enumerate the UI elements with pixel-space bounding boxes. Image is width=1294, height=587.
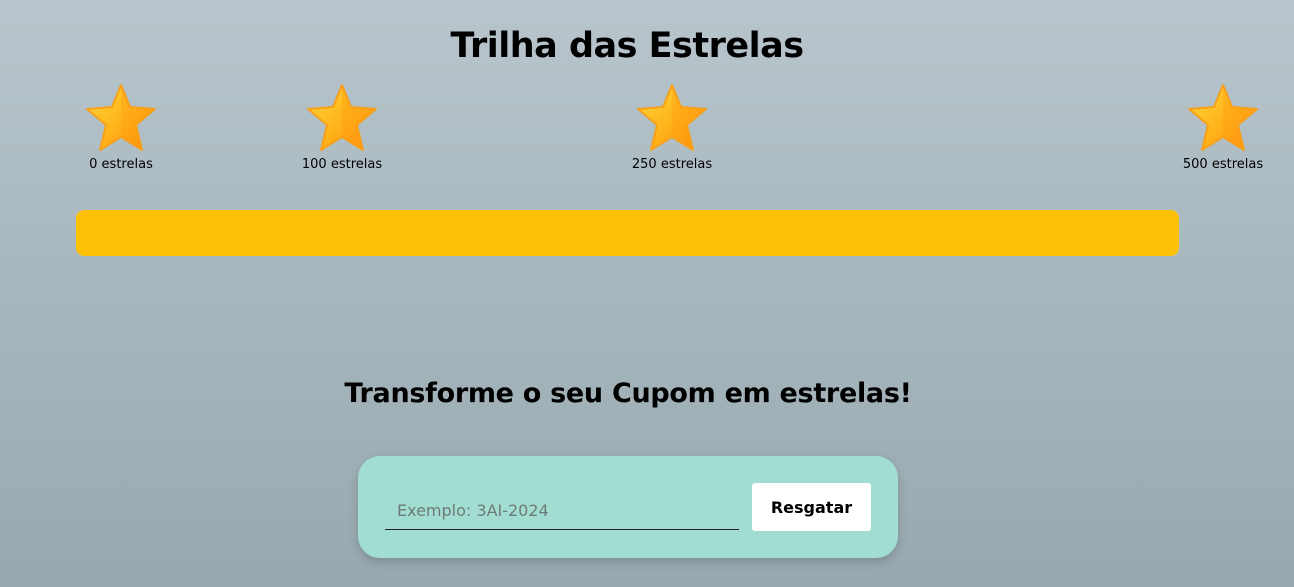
star-icon: [1188, 84, 1258, 151]
milestone-250: 250 estrelas: [617, 82, 727, 172]
star-progress-bar: [76, 210, 1179, 256]
coupon-redeem-card: Resgatar: [358, 456, 898, 558]
milestone-label: 0 estrelas: [89, 157, 153, 172]
coupon-section-title: Transforme o seu Cupom em estrelas!: [344, 378, 912, 409]
milestone-500: 500 estrelas: [1168, 82, 1278, 172]
redeem-button[interactable]: Resgatar: [752, 483, 871, 531]
milestone-100: 100 estrelas: [287, 82, 397, 172]
milestone-label: 100 estrelas: [301, 157, 383, 172]
page-title: Trilha das Estrelas: [450, 26, 804, 66]
star-progress-fill: [76, 210, 1179, 256]
milestone-0: 0 estrelas: [66, 82, 176, 172]
milestone-label: 250 estrelas: [631, 157, 713, 172]
star-icon: [307, 84, 377, 151]
milestone-label: 500 estrelas: [1182, 157, 1264, 172]
star-icon: [86, 84, 156, 151]
star-icon: [637, 84, 707, 151]
coupon-code-input[interactable]: [385, 492, 739, 530]
